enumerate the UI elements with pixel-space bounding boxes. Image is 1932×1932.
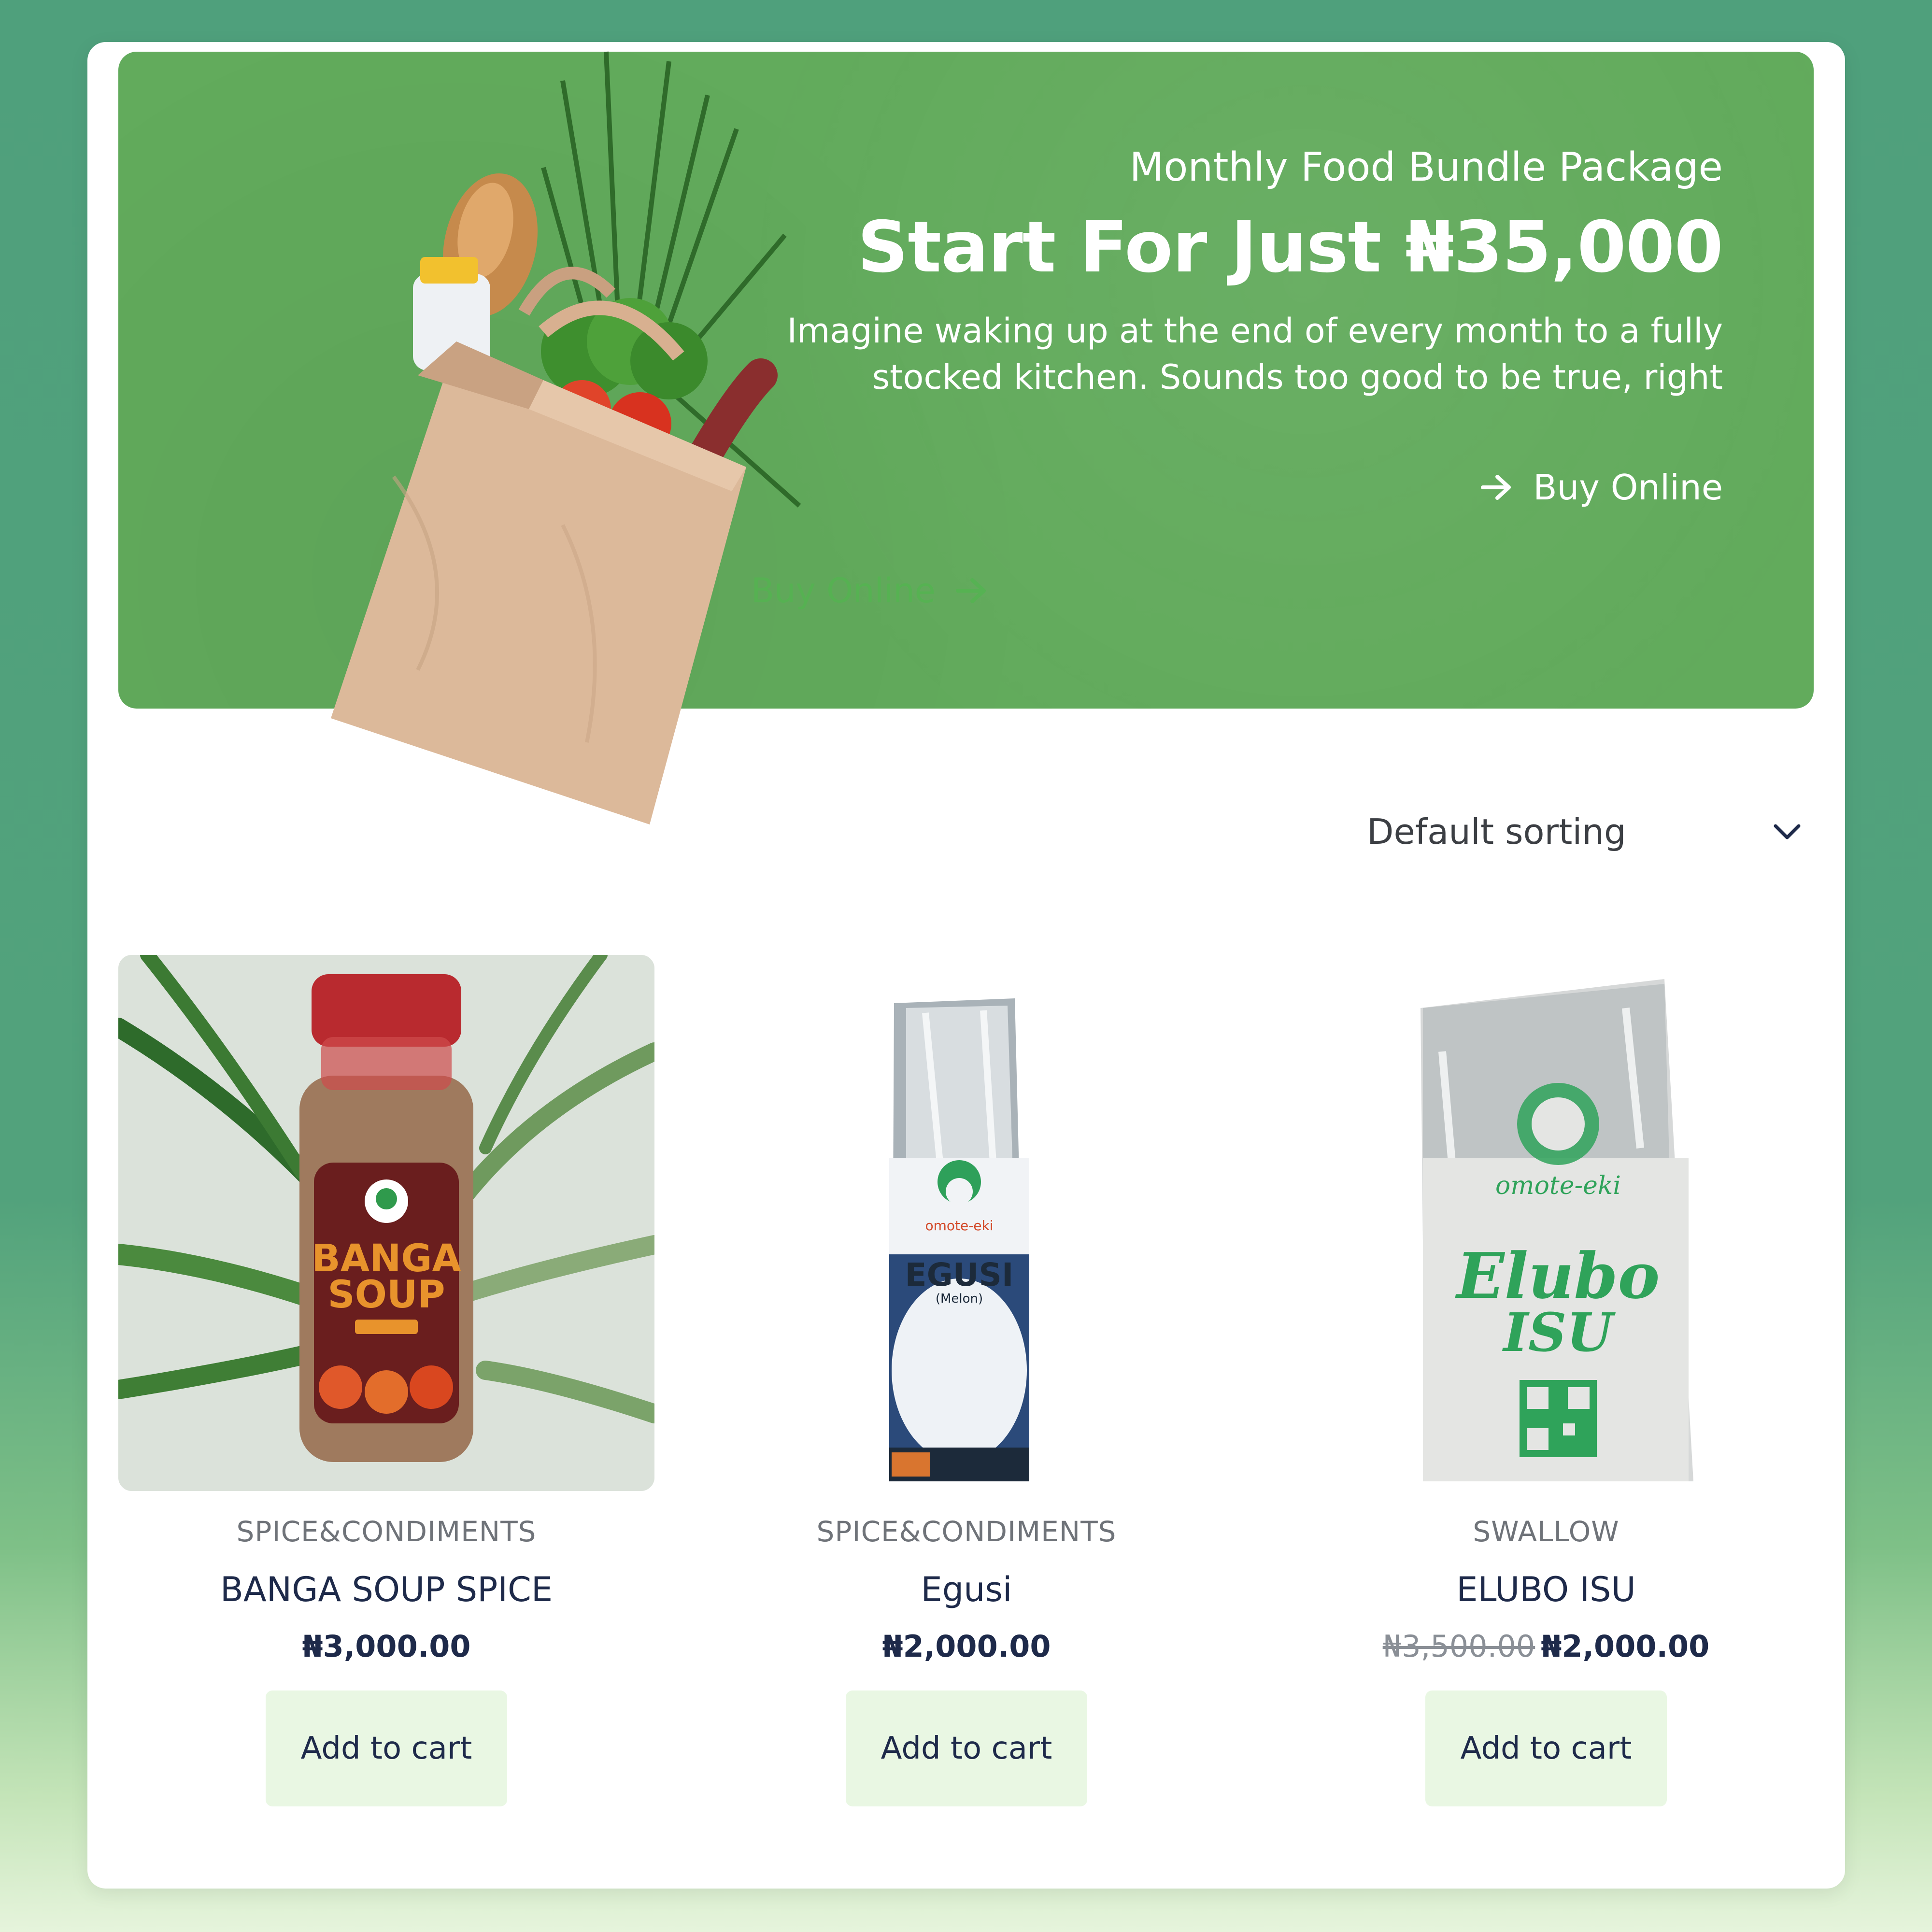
sale-price: ₦2,000.00 [1541, 1629, 1710, 1664]
product-name[interactable]: ELUBO ISU [1278, 1570, 1814, 1609]
add-to-cart-button[interactable]: Add to cart [266, 1690, 507, 1806]
buy-online-ghost-link[interactable]: Buy Online [751, 571, 989, 611]
current-price: ₦2,000.00 [882, 1629, 1051, 1664]
pack-title-text: EGUSI [905, 1256, 1014, 1293]
jar-label-text: SOUP [328, 1273, 445, 1317]
product-card: omote-eki Elubo ISU SWALLOW ELUBO ISU ₦3… [1278, 955, 1814, 1806]
hero-description: Imagine waking up at the end of every mo… [787, 311, 1723, 397]
product-price: ₦2,000.00 [698, 1629, 1235, 1664]
product-price: ₦3,000.00 [118, 1629, 654, 1664]
banga-soup-spice-jar-image: BANGA SOUP [118, 955, 654, 1491]
add-to-cart-button[interactable]: Add to cart [1425, 1690, 1667, 1806]
hero-banner: Monthly Food Bundle Package Start For Ju… [118, 51, 1814, 824]
product-card: omote-eki EGUSI (Melon) SPICE&CONDIMENTS… [698, 955, 1235, 1806]
sorting-select[interactable]: Default sorting [1367, 805, 1802, 858]
product-image[interactable]: omote-eki EGUSI (Melon) [698, 955, 1235, 1491]
product-image[interactable]: BANGA SOUP [118, 955, 654, 1491]
sorting-selected-value: Default sorting [1367, 811, 1626, 852]
hero-eyebrow: Monthly Food Bundle Package [1129, 144, 1723, 190]
shop-card: Monthly Food Bundle Package Start For Ju… [87, 42, 1845, 1889]
current-price: ₦3,000.00 [302, 1629, 471, 1664]
pack-brand-text: omote-eki [1495, 1171, 1621, 1200]
elubo-isu-pack-image: omote-eki Elubo ISU [1278, 955, 1814, 1491]
pack-subtitle-text: (Melon) [936, 1292, 983, 1306]
product-name[interactable]: Egusi [698, 1570, 1235, 1609]
product-category: SPICE&CONDIMENTS [236, 1515, 537, 1548]
product-category: SPICE&CONDIMENTS [816, 1515, 1117, 1548]
hero-title: Start For Just ₦35,000 [857, 206, 1723, 288]
product-image[interactable]: omote-eki Elubo ISU [1278, 955, 1814, 1491]
arrow-right-icon [955, 578, 986, 603]
product-name[interactable]: BANGA SOUP SPICE [118, 1570, 654, 1609]
product-price: ₦3,500.00 ₦2,000.00 [1278, 1629, 1814, 1664]
product-card: BANGA SOUP SPICE&CONDIMENTS BANGA SOUP S… [118, 955, 654, 1806]
buy-online-label: Buy Online [1533, 467, 1723, 508]
pack-title-text: ISU [1502, 1301, 1616, 1364]
buy-online-link[interactable]: Buy Online [1480, 467, 1723, 508]
original-price: ₦3,500.00 [1382, 1629, 1535, 1664]
hero-text-block: Monthly Food Bundle Package Start For Ju… [684, 141, 1723, 400]
pack-brand-text: omote-eki [925, 1218, 993, 1234]
buy-online-ghost-label: Buy Online [751, 571, 936, 611]
chevron-down-icon [1774, 824, 1801, 839]
egusi-pack-image: omote-eki EGUSI (Melon) [698, 955, 1235, 1491]
add-to-cart-button[interactable]: Add to cart [846, 1690, 1087, 1806]
arrow-right-icon [1481, 475, 1511, 500]
product-category: SWALLOW [1473, 1515, 1619, 1548]
